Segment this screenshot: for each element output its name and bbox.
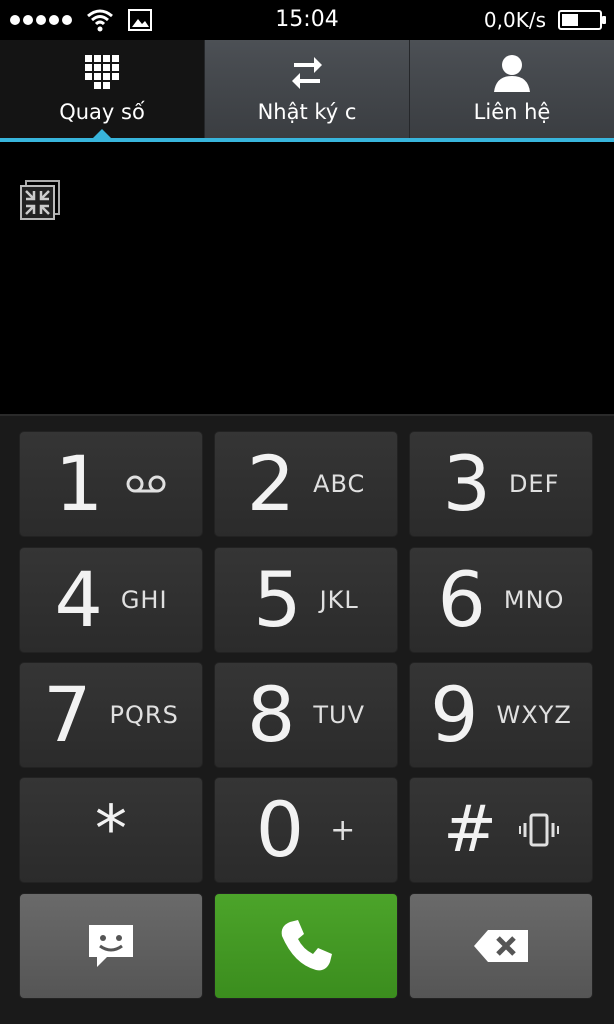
key-digit: # (443, 793, 497, 867)
key-0[interactable]: 0 + (214, 777, 398, 883)
tab-contacts[interactable]: Liên hệ (409, 40, 614, 138)
message-smiley-icon (89, 925, 133, 967)
key-letters: + (330, 812, 357, 848)
call-log-arrows-icon (290, 50, 324, 94)
key-digit: 7 (43, 670, 92, 759)
call-button[interactable] (214, 893, 398, 999)
key-2[interactable]: 2 ABC (214, 431, 398, 537)
key-1[interactable]: 1 (19, 431, 203, 537)
key-letters: JKL (319, 586, 359, 614)
key-digit: 1 (54, 439, 104, 528)
key-digit: * (95, 793, 127, 867)
dialpad-icon (85, 50, 119, 94)
contact-person-icon (492, 50, 532, 94)
collapse-dialpad-icon[interactable] (20, 180, 60, 220)
key-digit: 3 (442, 439, 491, 528)
vibrate-icon (518, 813, 559, 847)
key-3[interactable]: 3 DEF (409, 431, 593, 537)
network-speed: 0,0K/s (483, 8, 546, 32)
phone-handset-icon (281, 920, 332, 971)
key-digit: 8 (246, 670, 296, 759)
key-digit: 2 (246, 439, 296, 528)
tab-call-log[interactable]: Nhật ký c (204, 40, 409, 138)
key-8[interactable]: 8 TUV (214, 662, 398, 768)
key-letters: PQRS (109, 701, 179, 729)
number-display[interactable] (0, 142, 614, 414)
key-9[interactable]: 9 WXYZ (409, 662, 593, 768)
key-6[interactable]: 6 MNO (409, 547, 593, 653)
key-star[interactable]: * (19, 777, 203, 883)
key-digit: 0 (255, 785, 305, 874)
key-letters: GHI (120, 586, 168, 614)
key-letters: TUV (313, 701, 365, 729)
tab-contacts-label: Liên hệ (473, 100, 551, 124)
key-letters: ABC (313, 470, 366, 498)
key-digit: 9 (430, 670, 479, 759)
key-digit: 6 (437, 555, 486, 644)
tab-dialpad[interactable]: Quay số (0, 40, 204, 138)
key-letters: MNO (503, 586, 565, 614)
key-7[interactable]: 7 PQRS (19, 662, 203, 768)
key-hash[interactable]: # (409, 777, 593, 883)
backspace-button[interactable] (409, 893, 593, 999)
key-letters: WXYZ (496, 701, 572, 729)
battery-icon (558, 10, 606, 30)
message-button[interactable] (19, 893, 203, 999)
key-letters: DEF (508, 470, 560, 498)
status-bar: 15:04 0,0K/s (0, 0, 614, 40)
status-right: 0,0K/s (483, 0, 606, 40)
key-4[interactable]: 4 GHI (19, 547, 203, 653)
keypad: 1 2 ABC 3 DEF 4 GHI 5 JKL 6 MNO 7 PQRS 8… (0, 414, 614, 1024)
tab-call-log-label: Nhật ký c (257, 100, 357, 124)
backspace-icon (474, 930, 528, 962)
key-digit: 5 (253, 555, 302, 644)
tab-dialpad-label: Quay số (59, 100, 145, 124)
key-5[interactable]: 5 JKL (214, 547, 398, 653)
voicemail-icon (125, 474, 167, 494)
dialer-tabs: Quay số Nhật ký c Liên hệ (0, 40, 614, 138)
key-digit: 4 (54, 555, 103, 644)
